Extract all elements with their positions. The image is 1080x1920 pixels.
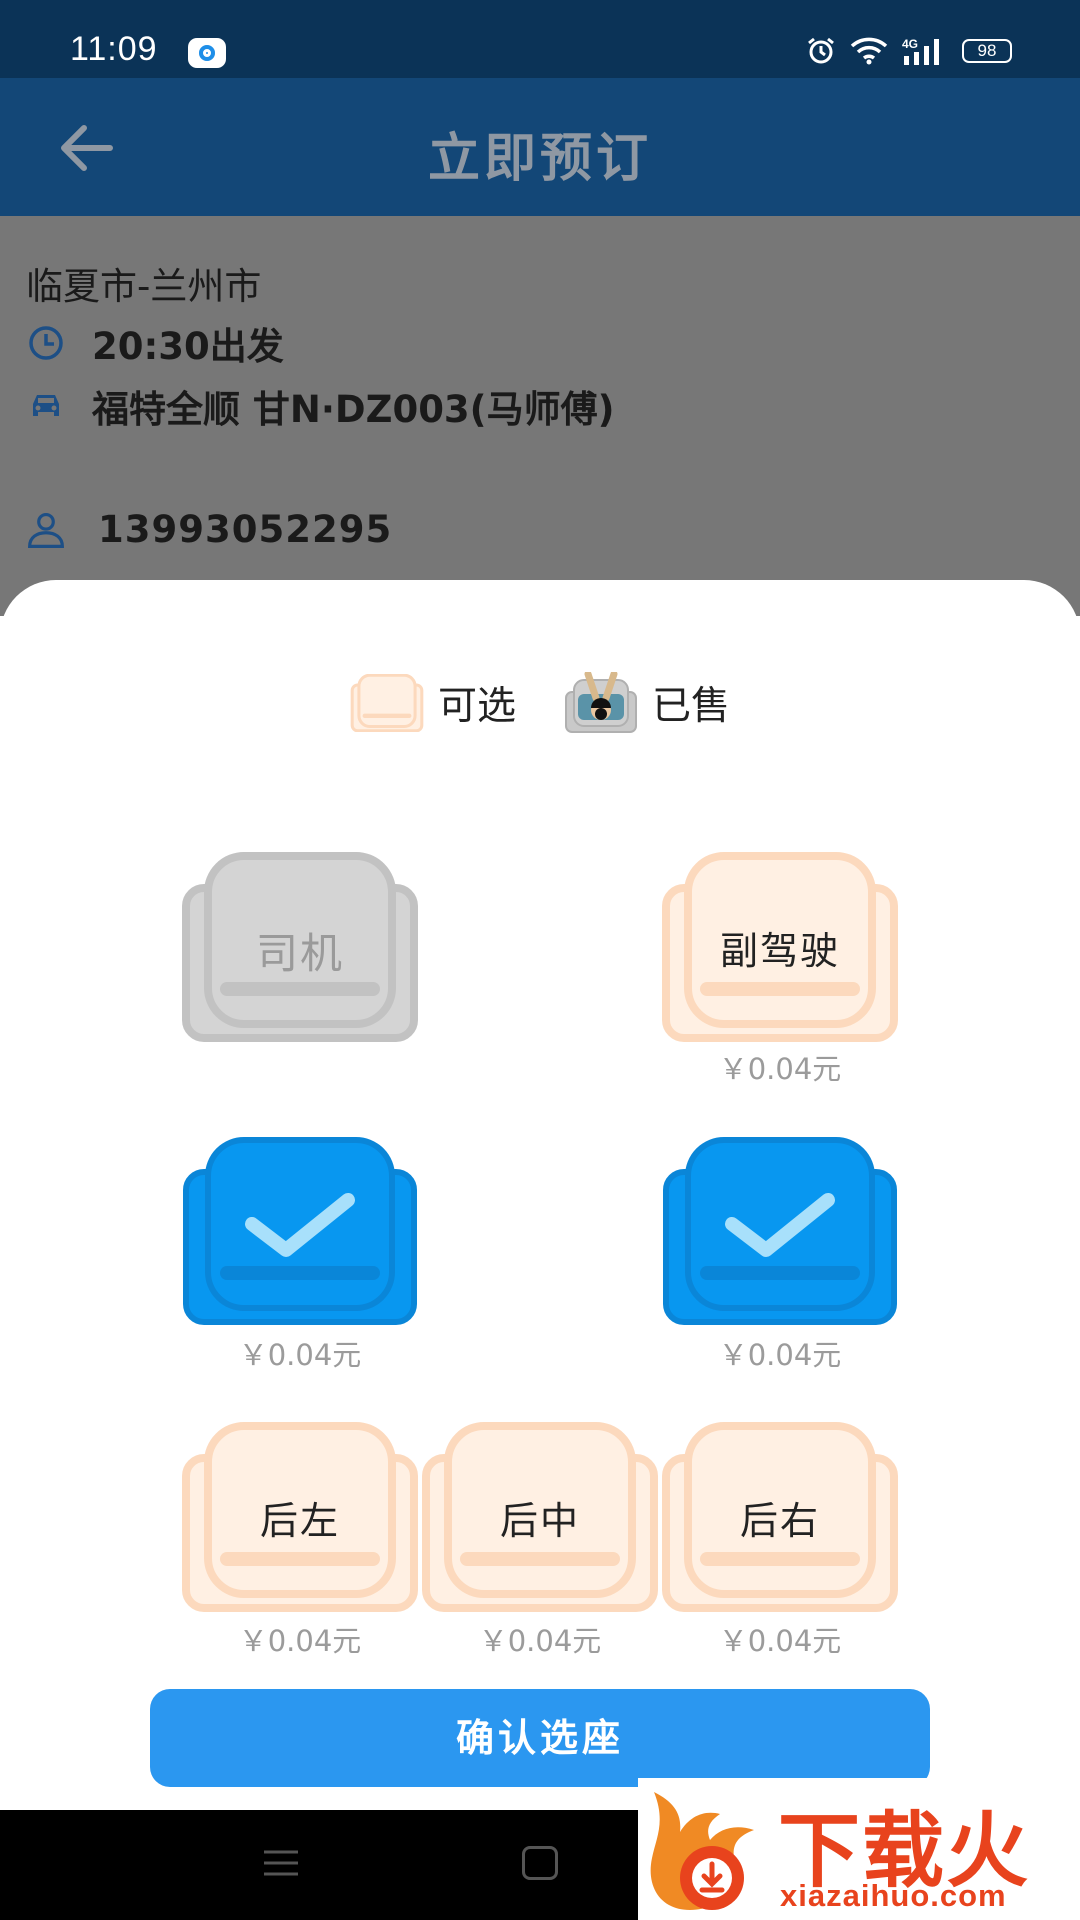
status-time: 11:09 — [70, 30, 158, 68]
seat-back-right-price: ￥0.04元 — [718, 1624, 842, 1658]
alarm-icon — [808, 37, 834, 64]
seat-copilot-price: ￥0.04元 — [718, 1052, 842, 1086]
seat-back-left[interactable]: 后左 — [180, 1422, 420, 1612]
page-title: 立即预订 — [427, 129, 652, 189]
person-icon — [26, 510, 66, 550]
status-icons: 4G 98 — [806, 36, 1012, 66]
wifi-icon — [850, 37, 888, 65]
legend-available: 可选 — [350, 674, 516, 732]
departure-row: 20:30出发 — [26, 316, 284, 370]
seat-driver: 司机 — [180, 852, 420, 1042]
app-header: 立即预订 — [0, 78, 1080, 216]
seat-middle-left-price: ￥0.04元 — [238, 1338, 362, 1372]
home-icon[interactable] — [522, 1846, 558, 1880]
vehicle-info: 福特全顺 甘N·DZ003(马师傅) — [92, 388, 615, 431]
app-notification-icon — [188, 38, 226, 68]
seat-back-right-label: 后右 — [739, 1499, 820, 1543]
seat-middle-right-price: ￥0.04元 — [718, 1338, 842, 1372]
watermark-url: xiazaihuo.com — [780, 1878, 1007, 1913]
watermark: 下载火 xiazaihuo.com — [638, 1778, 1080, 1920]
status-bar: 11:09 4G 98 — [0, 0, 1080, 78]
seat-copilot-label: 副驾驶 — [719, 929, 840, 973]
battery-icon: 98 — [962, 39, 1012, 63]
seat-back-middle-label: 后中 — [499, 1499, 580, 1543]
seat-copilot[interactable]: 副驾驶 — [660, 852, 900, 1042]
trip-info: 临夏市-兰州市 20:30出发 福特全顺 甘N·DZ003(马师傅) 13993… — [0, 216, 1080, 616]
legend-available-label: 可选 — [437, 684, 516, 729]
seat-middle-right[interactable] — [660, 1136, 900, 1326]
clock-icon — [26, 323, 66, 363]
checkmark-icon — [245, 1193, 355, 1257]
vehicle-row: 福特全顺 甘N·DZ003(马师傅) — [26, 379, 615, 433]
confirm-seat-button[interactable]: 确认选座 — [150, 1689, 930, 1787]
signal-4g-icon: 4G — [902, 37, 939, 65]
seat-back-left-price: ￥0.04元 — [238, 1624, 362, 1658]
available-seat-icon — [350, 674, 424, 732]
seat-back-middle[interactable]: 后中 — [420, 1422, 660, 1612]
car-icon — [26, 386, 66, 426]
phone-number: 13993052295 — [98, 508, 393, 551]
departure-time: 20:30出发 — [92, 325, 284, 368]
menu-icon[interactable] — [262, 1848, 300, 1878]
seat-legend: 可选 已售 — [0, 672, 1080, 734]
phone-row: 13993052295 — [26, 508, 392, 551]
legend-sold-label: 已售 — [652, 684, 731, 729]
seat-driver-label: 司机 — [255, 929, 344, 978]
seat-back-middle-price: ￥0.04元 — [478, 1624, 602, 1658]
sold-seat-icon — [565, 672, 637, 733]
network-label: 4G — [902, 37, 918, 51]
checkmark-icon — [725, 1193, 835, 1257]
flame-logo-icon — [650, 1792, 754, 1910]
route-text: 临夏市-兰州市 — [26, 265, 262, 308]
seat-back-left-label: 后左 — [259, 1499, 340, 1543]
seat-back-right[interactable]: 后右 — [660, 1422, 900, 1612]
seat-middle-left[interactable] — [180, 1136, 420, 1326]
legend-sold: 已售 — [564, 672, 730, 734]
